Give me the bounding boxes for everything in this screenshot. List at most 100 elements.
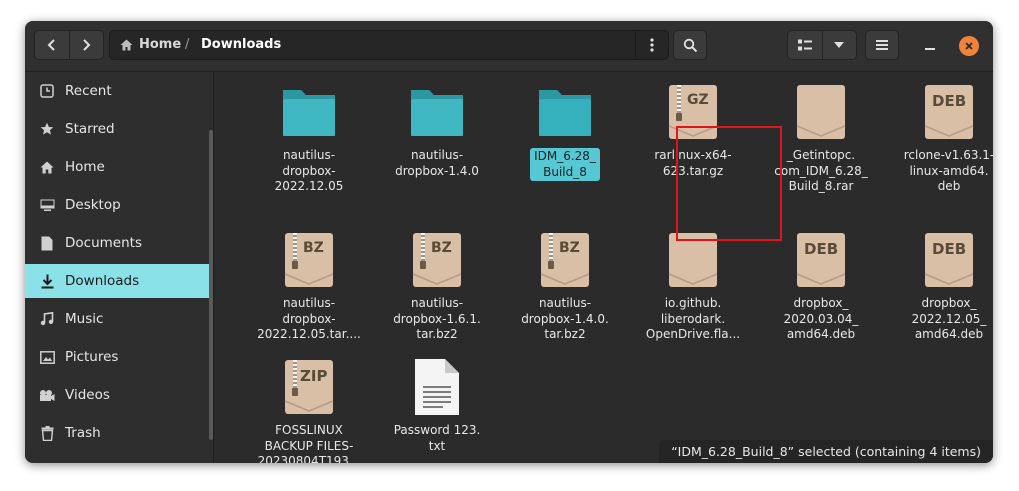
list-view-icon [797, 39, 812, 51]
sidebar-item-starred[interactable]: Starred [25, 112, 213, 146]
breadcrumb-separator: / [185, 37, 190, 52]
archive-badge: ZIP [300, 367, 328, 385]
sidebar-item-documents[interactable]: Documents [25, 226, 213, 260]
path-menu-button[interactable] [635, 31, 668, 59]
breadcrumb-downloads[interactable]: Downloads [201, 37, 281, 52]
forward-button[interactable] [68, 31, 104, 59]
sidebar-item-label: Pictures [65, 349, 119, 365]
main-menu-button[interactable] [865, 30, 899, 60]
sidebar-item-label: Recent [65, 83, 112, 99]
package-badge: DEB [804, 240, 839, 258]
file-name: rclone-v1.63.1- linux-amd64. deb [903, 148, 993, 193]
file-item[interactable]: BZ nautilus- dropbox-1.6.1. tar.bz2 [377, 230, 497, 343]
sidebar-item-label: Home [65, 159, 105, 175]
file-grid: nautilus- dropbox- 2022.12.05 nautilus- … [214, 72, 993, 463]
file-name: nautilus- dropbox-1.4.0. tar.bz2 [521, 296, 609, 341]
file-item[interactable]: nautilus- dropbox-1.4.0 [377, 82, 497, 179]
folder-icon [279, 82, 339, 142]
breadcrumb-home-label: Home [139, 37, 182, 52]
sidebar-scrollbar[interactable] [209, 130, 213, 440]
sidebar-item-downloads[interactable]: Downloads [25, 264, 213, 298]
minimize-icon [925, 48, 935, 50]
file-item[interactable]: BZ nautilus- dropbox-1.4.0. tar.bz2 [505, 230, 625, 343]
file-item[interactable]: Password 123. txt [377, 357, 497, 454]
deb-package-icon: DEB [919, 230, 979, 290]
file-item[interactable]: io.github. liberodark. OpenDrive.fla... [633, 230, 753, 343]
sidebar-item-desktop[interactable]: Desktop [25, 188, 213, 222]
sidebar-item-label: Starred [65, 121, 115, 137]
file-name: FOSSLINUX BACKUP FILES- 20230804T193... [257, 423, 361, 463]
archive-badge: GZ [687, 92, 709, 108]
file-name: nautilus- dropbox-1.6.1. tar.bz2 [393, 296, 481, 341]
hamburger-menu-icon [876, 40, 888, 50]
file-manager-window: Home / Downloads Recent Starred Home Des… [25, 21, 993, 463]
package-badge: DEB [932, 92, 967, 110]
file-name: nautilus- dropbox- 2022.12.05 [274, 148, 344, 193]
file-item[interactable]: DEB dropbox_ 2022.12.05_ amd64.deb [889, 230, 993, 343]
sidebar-item-label: Desktop [65, 197, 121, 213]
file-item-selected[interactable]: IDM_6.28_ Build_8 [505, 82, 625, 181]
file-name: IDM_6.28_ Build_8 [530, 148, 600, 181]
file-item[interactable]: ZIP FOSSLINUX BACKUP FILES- 20230804T193… [249, 357, 369, 463]
back-button[interactable] [35, 31, 69, 59]
folder-icon [535, 82, 595, 142]
archive-badge: BZ [303, 240, 324, 256]
list-view-button[interactable] [788, 31, 822, 59]
sidebar-item-label: Downloads [65, 273, 140, 289]
archive-icon: BZ [407, 230, 467, 290]
sidebar: Recent Starred Home Desktop Documents Do… [25, 72, 214, 463]
sidebar-item-trash[interactable]: Trash [25, 416, 213, 450]
header-bar: Home / Downloads [25, 21, 993, 72]
vertical-dots-icon [650, 38, 654, 52]
deb-package-icon: DEB [919, 82, 979, 142]
trash-icon [39, 425, 55, 441]
view-toggle-group [787, 30, 857, 60]
file-item[interactable]: nautilus- dropbox- 2022.12.05 [249, 82, 369, 195]
document-icon [39, 235, 55, 251]
file-name: io.github. liberodark. OpenDrive.fla... [645, 296, 741, 341]
sidebar-item-home[interactable]: Home [25, 150, 213, 184]
chevron-right-icon [83, 39, 91, 51]
file-name: dropbox_ 2020.03.04_ amd64.deb [783, 296, 859, 341]
status-bar: “IDM_6.28_Build_8” selected (containing … [659, 440, 993, 463]
breadcrumb-home[interactable]: Home [120, 37, 181, 52]
sidebar-item-recent[interactable]: Recent [25, 74, 213, 108]
file-name: nautilus- dropbox- 2022.12.05.tar.... [257, 296, 361, 341]
search-icon [683, 38, 697, 52]
file-item[interactable]: DEB dropbox_ 2020.03.04_ amd64.deb [761, 230, 881, 343]
text-file-icon [407, 357, 467, 417]
sidebar-item-label: Trash [65, 425, 101, 441]
search-button[interactable] [673, 30, 707, 60]
package-badge: DEB [932, 240, 967, 258]
sidebar-item-music[interactable]: Music [25, 302, 213, 336]
desktop-icon [39, 197, 55, 213]
download-icon [39, 273, 55, 289]
sidebar-item-videos[interactable]: Videos [25, 378, 213, 412]
file-item[interactable]: BZ nautilus- dropbox- 2022.12.05.tar.... [249, 230, 369, 343]
close-button[interactable] [959, 36, 979, 56]
archive-icon: ZIP [279, 357, 339, 417]
path-bar: Home / Downloads [109, 30, 669, 60]
chevron-down-icon [834, 42, 845, 48]
minimize-button[interactable] [919, 35, 941, 57]
close-icon [965, 42, 973, 50]
sidebar-item-pictures[interactable]: Pictures [25, 340, 213, 374]
home-icon [120, 39, 133, 50]
archive-icon: BZ [535, 230, 595, 290]
file-name: Password 123. txt [393, 423, 481, 453]
archive-icon: BZ [279, 230, 339, 290]
sidebar-item-label: Documents [65, 235, 142, 251]
file-name: nautilus- dropbox-1.4.0 [395, 148, 479, 178]
music-icon [39, 311, 55, 327]
videos-icon [39, 387, 55, 403]
chevron-left-icon [47, 39, 55, 51]
archive-badge: BZ [559, 240, 580, 256]
star-icon [39, 121, 55, 137]
deb-package-icon: DEB [791, 230, 851, 290]
clock-icon [39, 83, 55, 99]
folder-icon [407, 82, 467, 142]
pictures-icon [39, 349, 55, 365]
view-options-button[interactable] [821, 31, 857, 59]
file-name: dropbox_ 2022.12.05_ amd64.deb [911, 296, 987, 341]
file-item[interactable]: DEB rclone-v1.63.1- linux-amd64. deb [889, 82, 993, 195]
